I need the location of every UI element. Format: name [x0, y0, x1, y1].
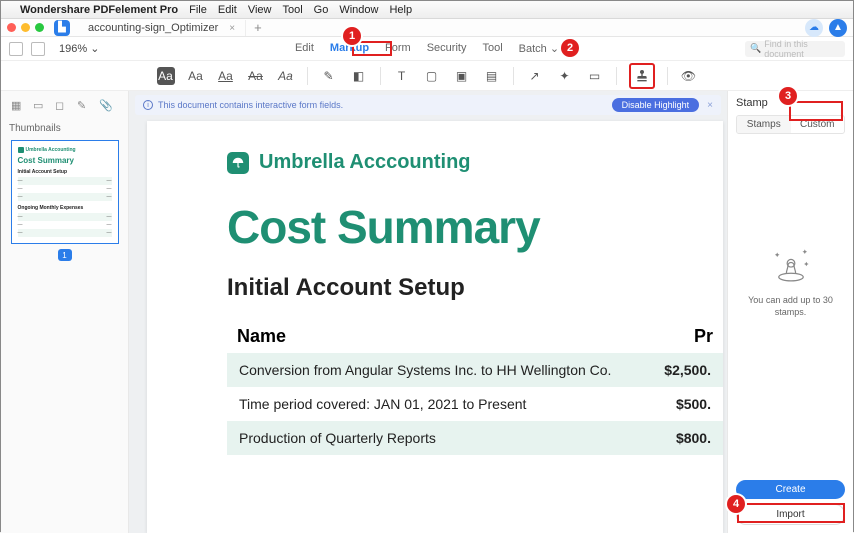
table-row: Conversion from Angular Systems Inc. to … [227, 353, 723, 387]
tab-form[interactable]: Form [385, 42, 411, 55]
text-tool-icon[interactable]: Aa [187, 67, 205, 85]
search-icon: 🔍 [750, 43, 761, 54]
comment-tool-icon[interactable]: ▤ [483, 67, 501, 85]
table-row: Production of Quarterly Reports $800. [227, 421, 723, 455]
os-menubar: Wondershare PDFelement Pro File Edit Vie… [1, 1, 853, 19]
tab-batch[interactable]: Batch ⌄ [519, 42, 559, 55]
menu-edit[interactable]: Edit [218, 4, 237, 16]
doc-title: Cost Summary [227, 200, 723, 254]
app-logo-icon: ▙ [54, 20, 70, 36]
thumbnails-panel: ▦ ▭ ◻ ✎ 📎 Thumbnails Umbrella Accounting… [1, 91, 129, 533]
separator [307, 67, 308, 85]
textbox-tool-icon[interactable]: T [393, 67, 411, 85]
minimize-window-icon[interactable] [21, 23, 30, 32]
bookmark-ribbon-icon[interactable]: ◻ [55, 99, 69, 113]
doc-brand-name: Umbrella Acccounting [259, 151, 471, 174]
create-stamp-button[interactable]: Create [736, 480, 845, 499]
new-tab-button[interactable]: + [246, 20, 270, 35]
highlight-tool-icon[interactable]: Aa [157, 67, 175, 85]
umbrella-icon [227, 152, 249, 174]
document-viewport[interactable]: i This document contains interactive for… [129, 91, 727, 533]
separator [513, 67, 514, 85]
doc-section-title: Initial Account Setup [227, 274, 723, 302]
pdf-page: Umbrella Acccounting Cost Summary Initia… [147, 121, 723, 533]
window-titlebar: ▙ accounting-sign_Optimizer × + ☁ ▲ [1, 19, 853, 37]
banner-message: This document contains interactive form … [158, 100, 343, 110]
menu-file[interactable]: File [189, 4, 207, 16]
fullscreen-window-icon[interactable] [35, 23, 44, 32]
page-number-badge: 1 [58, 249, 72, 261]
tab-edit[interactable]: Edit [295, 42, 314, 55]
attachments-icon[interactable]: 📎 [99, 99, 113, 113]
page-thumbnail[interactable]: Umbrella Accounting Cost Summary Initial… [11, 140, 119, 244]
banner-close-icon[interactable]: × [707, 100, 713, 111]
col-name: Name [237, 326, 653, 347]
separator [667, 67, 668, 85]
stamp-illustration-icon [768, 244, 814, 284]
menu-window[interactable]: Window [339, 4, 378, 16]
eye-tool-icon[interactable]: 👁 [680, 67, 698, 85]
app-name[interactable]: Wondershare PDFelement Pro [20, 4, 178, 16]
tab-security[interactable]: Security [427, 42, 467, 55]
annotations-icon[interactable]: ✎ [77, 99, 91, 113]
tab-tool[interactable]: Tool [482, 42, 502, 55]
pin-tool-icon[interactable]: ✦ [556, 67, 574, 85]
annotation-4: 4 [727, 495, 745, 513]
zoom-level[interactable]: 196% ⌄ [59, 42, 99, 55]
document-tab-label: accounting-sign_Optimizer [88, 22, 218, 34]
thumbnails-icon[interactable]: ▦ [11, 99, 25, 113]
account-icon[interactable]: ▲ [829, 19, 847, 37]
form-fields-banner: i This document contains interactive for… [135, 95, 721, 115]
markup-toolbar: Aa Aa Aa Aa Aa ✎ ◧ T ▢ ▣ ▤ ↗ ✦ ▭ 👁 [1, 61, 853, 91]
document-tab[interactable]: accounting-sign_Optimizer × [78, 20, 246, 36]
disable-highlight-button[interactable]: Disable Highlight [612, 98, 700, 112]
thumbnails-title: Thumbnails [9, 123, 120, 134]
sidebar-toggle-icon[interactable] [9, 42, 23, 56]
shape-tool-icon[interactable]: ▭ [586, 67, 604, 85]
stamp-panel: Stamp Stamps Custom You can add up to 30… [727, 91, 853, 533]
arrow-tool-icon[interactable]: ↗ [526, 67, 544, 85]
annotation-2: 2 [561, 39, 579, 57]
traffic-lights [7, 23, 44, 32]
bookmarks-icon[interactable]: ▭ [33, 99, 47, 113]
search-placeholder: Find in this document [764, 39, 840, 59]
col-price: Pr [653, 326, 713, 347]
separator [616, 67, 617, 85]
primary-toolbar: 196% ⌄ Edit Markup Form Security Tool Ba… [1, 37, 853, 61]
annotation-3: 3 [779, 87, 797, 105]
tab-custom[interactable]: Custom [791, 116, 845, 133]
eraser-tool-icon[interactable]: ◧ [350, 67, 368, 85]
table-row: Time period covered: JAN 01, 2021 to Pre… [227, 387, 723, 421]
underline-tool-icon[interactable]: Aa [217, 67, 235, 85]
stamp-empty-state: You can add up to 30 stamps. [736, 244, 845, 318]
close-tab-icon[interactable]: × [229, 23, 235, 34]
tab-stamps[interactable]: Stamps [737, 116, 791, 133]
squiggly-tool-icon[interactable]: Aa [277, 67, 295, 85]
callout-tool-icon[interactable]: ▣ [453, 67, 471, 85]
search-input[interactable]: 🔍 Find in this document [745, 41, 845, 57]
menu-help[interactable]: Help [389, 4, 412, 16]
stamp-empty-text: You can add up to 30 stamps. [736, 295, 845, 318]
close-window-icon[interactable] [7, 23, 16, 32]
menu-view[interactable]: View [248, 4, 272, 16]
menu-tool[interactable]: Tool [282, 4, 302, 16]
cloud-icon[interactable]: ☁ [805, 19, 823, 37]
stamp-tool-icon[interactable] [629, 63, 655, 89]
note-tool-icon[interactable]: ▢ [423, 67, 441, 85]
cost-table: Name Pr Conversion from Angular Systems … [227, 320, 723, 455]
strikeout-tool-icon[interactable]: Aa [247, 67, 265, 85]
stamp-tabs: Stamps Custom [736, 115, 845, 134]
separator [380, 67, 381, 85]
import-stamp-button[interactable]: Import [736, 504, 845, 525]
info-icon: i [143, 100, 153, 110]
menu-go[interactable]: Go [314, 4, 329, 16]
layout-icon[interactable] [31, 42, 45, 56]
annotation-1: 1 [343, 27, 361, 45]
doc-brand: Umbrella Acccounting [227, 151, 723, 174]
pencil-tool-icon[interactable]: ✎ [320, 67, 338, 85]
